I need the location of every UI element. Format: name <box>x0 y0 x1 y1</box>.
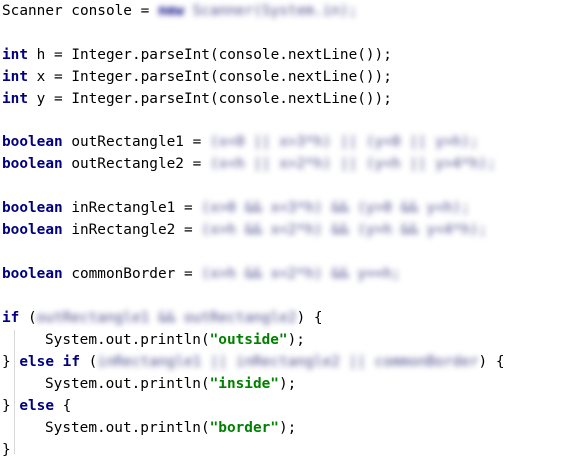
keyword-int: int <box>2 47 28 63</box>
keyword-boolean: boolean <box>2 156 63 172</box>
code-line-7: boolean outRectangle1 = (x<0 || x>3*h) |… <box>2 131 479 153</box>
code-line-13: boolean commonBorder = (x>h && x<2*h) &&… <box>2 263 401 285</box>
code-line-19: } else { <box>2 395 71 417</box>
code-text: ) { <box>478 354 505 370</box>
code-text: ); <box>287 332 305 348</box>
code-text: System.out.println( <box>45 332 210 348</box>
code-text: inRectangle2 = <box>62 222 202 238</box>
code-line-21: } <box>2 439 11 461</box>
code-text: } <box>2 442 11 458</box>
blurred-code: (x>h && x<2*h) && (y>h && y<4*h); <box>201 222 488 238</box>
code-text: x = Integer.parseInt(console.nextLine())… <box>28 69 392 85</box>
code-text: ); <box>278 420 297 436</box>
code-text: commonBorder = <box>62 266 202 282</box>
blurred-code: inRectangle1 || inRectangle2 || commonBo… <box>97 354 479 370</box>
code-line-10: boolean inRectangle1 = (x>0 && x<3*h) &&… <box>2 197 470 219</box>
code-line-15: if (outRectangle1 && outRectangle2) { <box>2 307 323 329</box>
string-literal: "inside" <box>209 376 279 392</box>
code-line-3: int h = Integer.parseInt(console.nextLin… <box>2 44 392 66</box>
code-text: System.out.println( <box>45 376 210 392</box>
keyword-boolean: boolean <box>2 200 63 216</box>
code-editor[interactable]: Scanner console = new Scanner(System.in)… <box>2 0 584 462</box>
code-text: Scanner console = <box>2 3 158 19</box>
keyword-int: int <box>2 69 28 85</box>
keyword-if: if <box>62 354 80 370</box>
keyword-else: else <box>19 398 54 414</box>
code-text: inRectangle1 = <box>62 200 202 216</box>
keyword-else: else <box>19 354 54 370</box>
code-text: ( <box>19 310 37 326</box>
code-line-8: boolean outRectangle2 = (x<h || x>2*h) |… <box>2 153 496 175</box>
string-literal: "outside" <box>209 332 288 348</box>
code-line-4: int x = Integer.parseInt(console.nextLin… <box>2 66 392 88</box>
code-line-5: int y = Integer.parseInt(console.nextLin… <box>2 88 392 110</box>
code-line-11: boolean inRectangle2 = (x>h && x<2*h) &&… <box>2 219 487 241</box>
blurred-code: outRectangle1 && outRectangle2 <box>36 310 297 326</box>
blurred-code: (x>0 && x<3*h) && (y>0 && y<h); <box>201 200 470 216</box>
keyword-if: if <box>2 310 20 326</box>
code-text: } <box>2 354 20 370</box>
keyword-boolean: boolean <box>2 222 63 238</box>
code-line-18: System.out.println("inside"); <box>2 373 296 395</box>
code-text: ) { <box>296 310 323 326</box>
code-text: System.out.println( <box>45 420 210 436</box>
blurred-code: (x>h && x<2*h) && y==h; <box>201 266 401 282</box>
code-line-16: System.out.println("outside"); <box>2 329 305 351</box>
keyword-boolean: boolean <box>2 266 63 282</box>
code-text: outRectangle2 = <box>62 156 210 172</box>
code-line-20: System.out.println("border"); <box>2 417 296 439</box>
keyword-boolean: boolean <box>2 134 63 150</box>
code-text: { <box>53 398 72 414</box>
code-text: h = Integer.parseInt(console.nextLine())… <box>28 47 392 63</box>
string-literal: "border" <box>209 420 279 436</box>
code-line-1: Scanner console = new Scanner(System.in)… <box>2 0 357 22</box>
code-text: ); <box>278 376 297 392</box>
code-text: outRectangle1 = <box>62 134 210 150</box>
code-text: ( <box>79 354 98 370</box>
blurred-code: new Scanner(System.in); <box>157 3 358 19</box>
code-line-17: } else if (inRectangle1 || inRectangle2 … <box>2 351 505 373</box>
blurred-code: (x<h || x>2*h) || (y<h || y>4*h); <box>209 156 496 172</box>
code-text: y = Integer.parseInt(console.nextLine())… <box>28 91 392 107</box>
blurred-code: (x<0 || x>3*h) || (y<0 || y>h); <box>209 134 479 150</box>
code-text: } <box>2 398 20 414</box>
keyword-int: int <box>2 91 28 107</box>
